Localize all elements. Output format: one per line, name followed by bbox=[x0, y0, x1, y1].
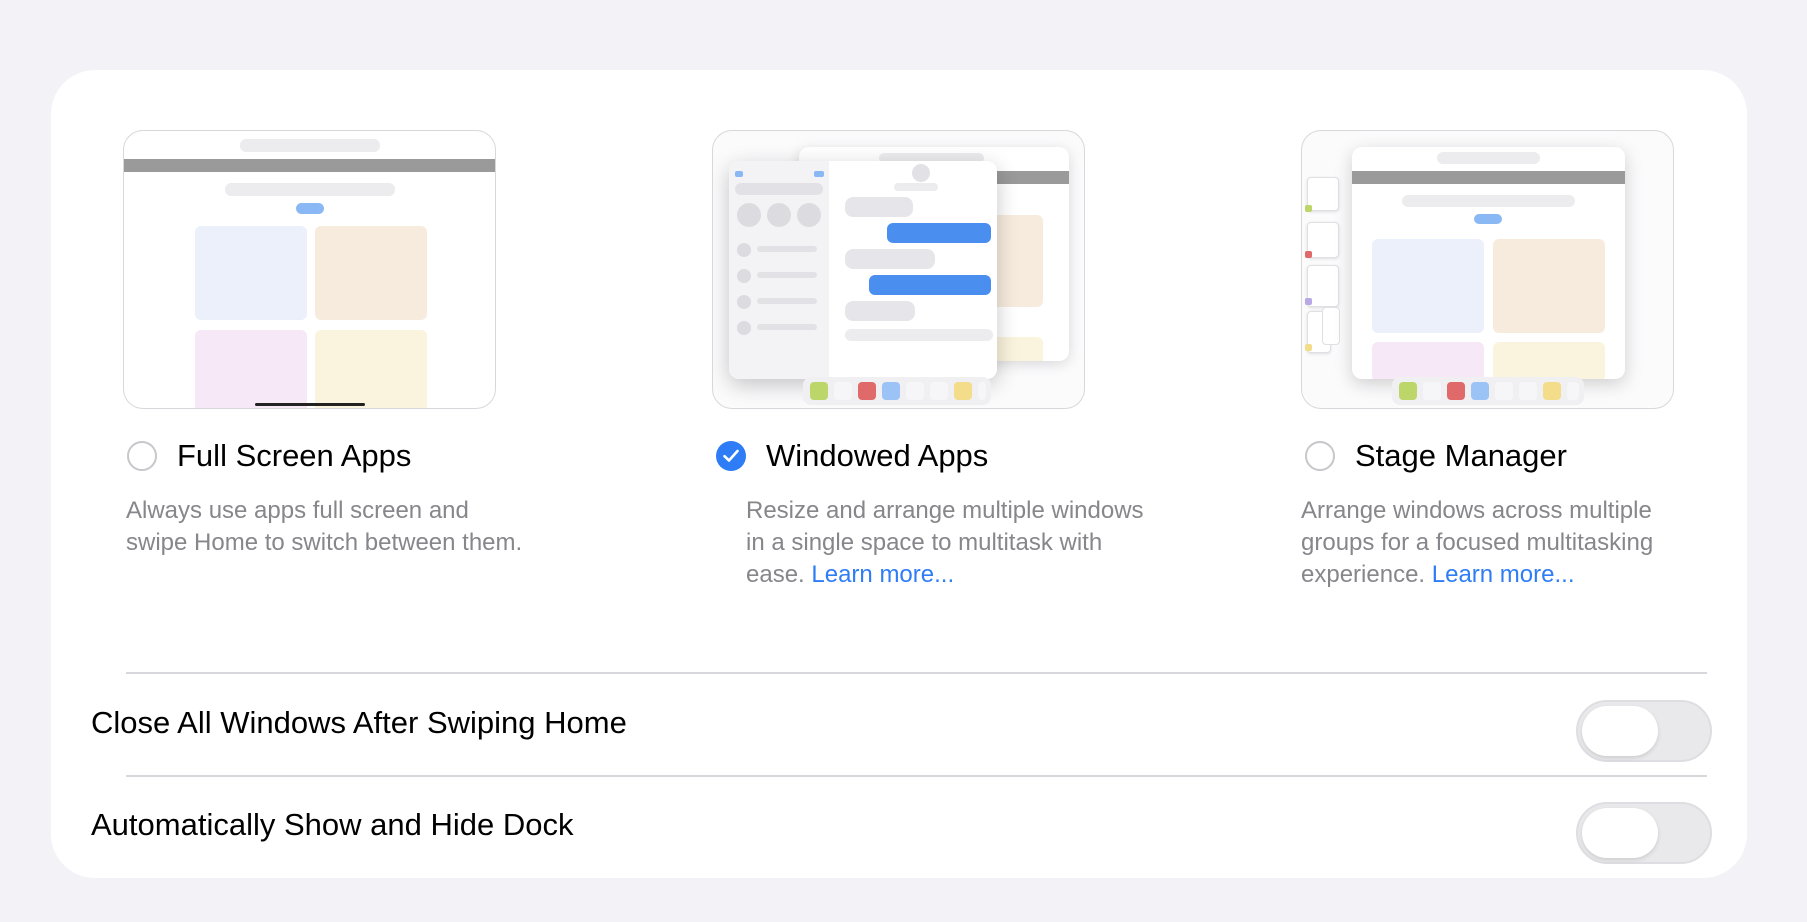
toggle-knob bbox=[1582, 706, 1658, 756]
auto-hide-dock-toggle[interactable] bbox=[1576, 802, 1712, 864]
full-screen-apps-description: Always use apps full screen and swipe Ho… bbox=[126, 495, 526, 559]
stage-manager-description: Arrange windows across multiple groups f… bbox=[1301, 495, 1701, 591]
full-screen-apps-radio-row[interactable]: Full Screen Apps bbox=[123, 437, 543, 475]
setting-row-auto-hide-dock: Automatically Show and Hide Dock bbox=[91, 776, 1712, 876]
stage-manager-radio-row[interactable]: Stage Manager bbox=[1301, 437, 1721, 475]
close-all-windows-toggle[interactable] bbox=[1576, 700, 1712, 762]
option-full-screen-apps[interactable]: Full Screen Apps Always use apps full sc… bbox=[123, 130, 522, 556]
close-all-windows-label: Close All Windows After Swiping Home bbox=[91, 705, 627, 740]
stage-manager-label: Stage Manager bbox=[1355, 438, 1567, 473]
option-stage-manager[interactable]: Stage Manager Arrange windows across mul… bbox=[1301, 130, 1676, 588]
windowed-apps-description: Resize and arrange multiple windows in a… bbox=[746, 495, 1146, 591]
checkmark-icon bbox=[723, 449, 739, 462]
stage-manager-learn-more-link[interactable]: Learn more... bbox=[1432, 561, 1575, 588]
setting-row-close-all-windows: Close All Windows After Swiping Home bbox=[91, 674, 1712, 774]
windowed-apps-learn-more-link[interactable]: Learn more... bbox=[811, 561, 954, 588]
option-windowed-apps[interactable]: Windowed Apps Resize and arrange multipl… bbox=[712, 130, 1144, 588]
full-screen-apps-radio[interactable] bbox=[127, 441, 157, 471]
full-screen-apps-label: Full Screen Apps bbox=[177, 438, 412, 473]
stage-manager-preview[interactable] bbox=[1301, 130, 1674, 409]
windowed-apps-label: Windowed Apps bbox=[766, 438, 989, 473]
windowed-apps-radio-row[interactable]: Windowed Apps bbox=[712, 437, 1132, 475]
auto-hide-dock-label: Automatically Show and Hide Dock bbox=[91, 807, 574, 842]
full-screen-apps-preview[interactable] bbox=[123, 130, 496, 409]
windowed-apps-radio[interactable] bbox=[716, 441, 746, 471]
stage-manager-radio[interactable] bbox=[1305, 441, 1335, 471]
toggle-knob bbox=[1582, 808, 1658, 858]
full-screen-apps-description-text: Always use apps full screen and swipe Ho… bbox=[126, 497, 523, 556]
multitasking-settings-card: Full Screen Apps Always use apps full sc… bbox=[51, 70, 1747, 878]
windowed-apps-preview[interactable] bbox=[712, 130, 1085, 409]
